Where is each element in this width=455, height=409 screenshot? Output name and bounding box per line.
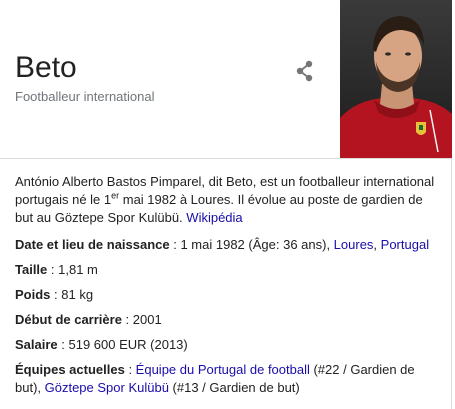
fact-separator: : [124,362,136,377]
fact-career-start-value: 2001 [132,312,162,327]
fact-weight-label[interactable]: Poids [15,287,50,302]
entity-subtitle: Footballeur international [15,89,155,104]
fact-comma: , [373,237,381,252]
description-ordinal: er [111,190,120,201]
knowledge-panel: Beto Footballeur international António A… [0,0,452,409]
fact-career-start-label[interactable]: Début de carrière [15,312,122,327]
fact-salary: Salaire : 519 600 EUR (2013) [15,336,440,354]
fact-salary-value: 519 600 EUR (2013) [68,337,188,352]
share-icon[interactable] [292,58,318,84]
fact-separator: : [121,312,133,327]
portugal-link[interactable]: Portugal [381,237,429,252]
team-goztepe-link[interactable]: Göztepe Spor Kulübü [45,380,169,395]
fact-birth-label[interactable]: Date et lieu de naissance [15,237,170,252]
fact-teams: Équipes actuelles : Équipe du Portugal d… [15,361,440,397]
fact-weight: Poids : 81 kg [15,286,440,304]
panel-body: António Alberto Bastos Pimparel, dit Bet… [15,173,440,404]
fact-separator: : [57,337,69,352]
fact-height-label[interactable]: Taille [15,262,47,277]
panel-header: Beto Footballeur international [0,0,452,158]
team-goztepe-note: (#13 / Gardien de but) [168,380,300,395]
fact-height: Taille : 1,81 m [15,261,440,279]
fact-separator: : [50,287,62,302]
entity-description: António Alberto Bastos Pimparel, dit Bet… [15,173,440,227]
header-divider [0,158,452,159]
loures-link[interactable]: Loures [334,237,374,252]
fact-height-value: 1,81 m [58,262,98,277]
fact-separator: : [169,237,181,252]
team-portugal-link[interactable]: Équipe du Portugal de football [136,362,310,377]
wikipedia-link[interactable]: Wikipédia [186,210,242,225]
fact-separator: : [47,262,59,277]
fact-birth-value: 1 mai 1982 (Âge: 36 ans), [180,237,334,252]
fact-weight-value: 81 kg [61,287,94,302]
fact-career-start: Début de carrière : 2001 [15,311,440,329]
fact-salary-label[interactable]: Salaire [15,337,58,352]
entity-title: Beto [15,51,77,84]
fact-teams-label[interactable]: Équipes actuelles [15,362,125,377]
entity-photo[interactable] [340,0,452,158]
fact-birth: Date et lieu de naissance : 1 mai 1982 (… [15,236,440,254]
